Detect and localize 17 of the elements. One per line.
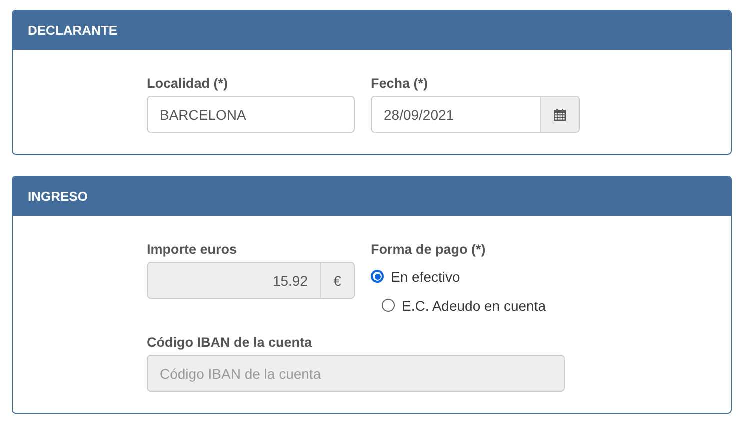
radio-label[interactable]: E.C. Adeudo en cuenta bbox=[402, 298, 546, 314]
field-label: Código IBAN de la cuenta bbox=[147, 335, 314, 352]
calendar-button[interactable] bbox=[540, 97, 579, 132]
field-label: Forma de pago (*) bbox=[371, 242, 487, 259]
field-label: Importe euros bbox=[147, 242, 238, 259]
field-label: Localidad (*) bbox=[147, 76, 230, 93]
currency-addon: € bbox=[320, 263, 354, 298]
field-label: Fecha (*) bbox=[371, 76, 430, 93]
panel-header: DECLARANTE bbox=[13, 11, 731, 50]
text-input[interactable]: BARCELONA bbox=[148, 97, 354, 132]
radio-button[interactable] bbox=[371, 270, 384, 283]
radio-label[interactable]: En efectivo bbox=[391, 268, 460, 284]
date-input[interactable]: 28/09/2021 bbox=[372, 97, 540, 132]
calendar-icon bbox=[554, 108, 566, 120]
date-field[interactable]: 28/09/2021 bbox=[371, 96, 580, 133]
panel-header: INGRESO bbox=[13, 177, 731, 216]
radio-button[interactable] bbox=[382, 299, 395, 312]
